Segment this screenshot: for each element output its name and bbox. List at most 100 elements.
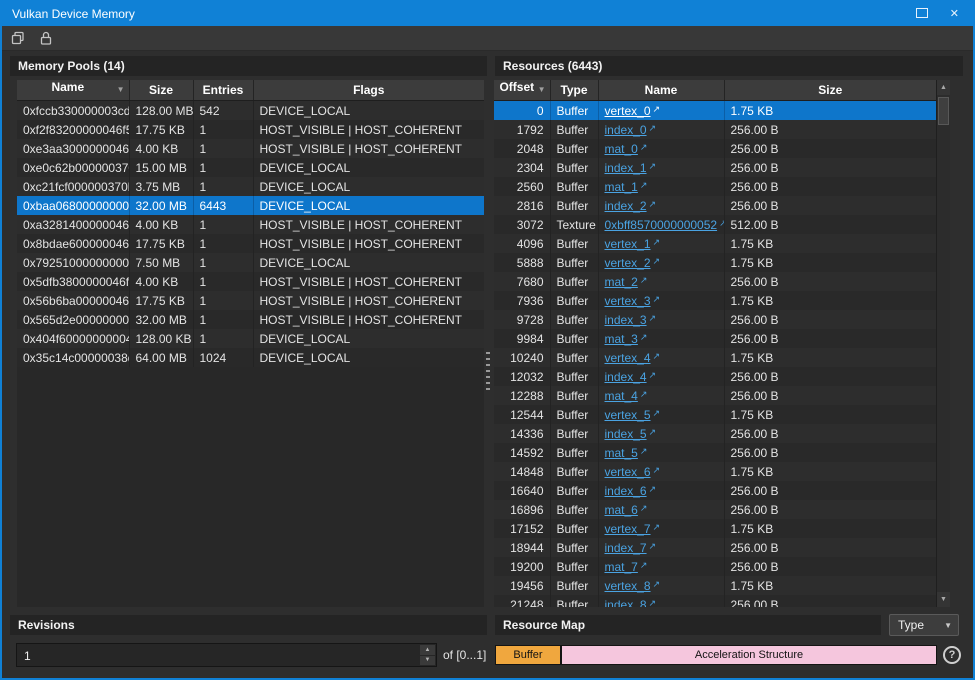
goto-resource-icon[interactable]: ↗ (649, 161, 657, 172)
goto-resource-icon[interactable]: ↗ (653, 522, 661, 533)
resource-row[interactable]: 7936Buffervertex_3↗1.75 KB (494, 291, 936, 310)
resource-link[interactable]: index_5↗ (605, 427, 657, 441)
resource-row[interactable]: 1792Bufferindex_0↗256.00 B (494, 120, 936, 139)
resource-link[interactable]: index_1↗ (605, 161, 657, 175)
resource-row[interactable]: 18944Bufferindex_7↗256.00 B (494, 538, 936, 557)
scroll-down-icon[interactable]: ▼ (937, 592, 950, 607)
column-header[interactable]: Name (598, 80, 724, 101)
help-icon[interactable]: ? (943, 646, 961, 664)
spin-up-icon[interactable]: ▲ (420, 645, 435, 655)
resource-row[interactable]: 12032Bufferindex_4↗256.00 B (494, 367, 936, 386)
resource-row[interactable]: 4096Buffervertex_1↗1.75 KB (494, 234, 936, 253)
resource-row[interactable]: 16640Bufferindex_6↗256.00 B (494, 481, 936, 500)
resources-scrollbar[interactable]: ▲ ▼ (936, 80, 950, 607)
resource-link[interactable]: mat_6↗ (605, 503, 648, 517)
goto-resource-icon[interactable]: ↗ (640, 142, 648, 153)
resource-link[interactable]: vertex_8↗ (605, 579, 661, 593)
resource-row[interactable]: 9984Buffermat_3↗256.00 B (494, 329, 936, 348)
memory-pool-row[interactable]: 0x565d2e000000004b32.00 MB1HOST_VISIBLE … (17, 310, 484, 329)
resource-row[interactable]: 21248Bufferindex_8↗256.00 B (494, 595, 936, 607)
resource-row[interactable]: 17152Buffervertex_7↗1.75 KB (494, 519, 936, 538)
column-header[interactable]: Offset▼ (494, 80, 550, 101)
resource-row[interactable]: 19456Buffervertex_8↗1.75 KB (494, 576, 936, 595)
goto-resource-icon[interactable]: ↗ (640, 275, 648, 286)
resource-link[interactable]: mat_4↗ (605, 389, 648, 403)
goto-resource-icon[interactable]: ↗ (653, 256, 661, 267)
resource-link[interactable]: vertex_1↗ (605, 237, 661, 251)
resource-row[interactable]: 16896Buffermat_6↗256.00 B (494, 500, 936, 519)
resource-link[interactable]: index_8↗ (605, 598, 657, 608)
memory-pool-row[interactable]: 0x404f600000000045128.00 KB1DEVICE_LOCAL (17, 329, 484, 348)
resource-row[interactable]: 19200Buffermat_7↗256.00 B (494, 557, 936, 576)
goto-resource-icon[interactable]: ↗ (640, 560, 648, 571)
revision-value[interactable]: 1 (24, 649, 31, 663)
column-header[interactable]: Type (550, 80, 598, 101)
resource-link[interactable]: mat_7↗ (605, 560, 648, 574)
goto-resource-icon[interactable]: ↗ (649, 123, 657, 134)
scroll-up-icon[interactable]: ▲ (937, 80, 950, 95)
resource-row[interactable]: 0Buffervertex_0↗1.75 KB (494, 101, 936, 121)
resource-link[interactable]: mat_3↗ (605, 332, 648, 346)
goto-resource-icon[interactable]: ↗ (649, 427, 657, 438)
scrollbar-thumb[interactable] (938, 97, 949, 125)
resource-link[interactable]: mat_5↗ (605, 446, 648, 460)
resource-row[interactable]: 2048Buffermat_0↗256.00 B (494, 139, 936, 158)
lock-button[interactable] (35, 28, 57, 49)
map-type-dropdown[interactable]: Type ▼ (889, 614, 959, 636)
resource-map-bar[interactable]: BufferAcceleration Structure (495, 645, 937, 665)
goto-resource-icon[interactable]: ↗ (640, 503, 648, 514)
goto-resource-icon[interactable]: ↗ (640, 180, 648, 191)
memory-pool-row[interactable]: 0xe0c62b000000370715.00 MB1DEVICE_LOCAL (17, 158, 484, 177)
column-header[interactable]: Flags (253, 80, 484, 101)
goto-resource-icon[interactable]: ↗ (653, 237, 661, 248)
goto-resource-icon[interactable]: ↗ (653, 579, 661, 590)
resource-link[interactable]: index_4↗ (605, 370, 657, 384)
resource-link[interactable]: index_3↗ (605, 313, 657, 327)
resource-link[interactable]: mat_0↗ (605, 142, 648, 156)
goto-resource-icon[interactable]: ↗ (649, 541, 657, 552)
goto-resource-icon[interactable]: ↗ (640, 389, 648, 400)
memory-pool-row[interactable]: 0xc21fcf000000370b3.75 MB1DEVICE_LOCAL (17, 177, 484, 196)
goto-resource-icon[interactable]: ↗ (653, 408, 661, 419)
copy-button[interactable] (7, 28, 29, 49)
goto-resource-icon[interactable]: ↗ (719, 218, 724, 229)
goto-resource-icon[interactable]: ↗ (649, 484, 657, 495)
goto-resource-icon[interactable]: ↗ (649, 313, 657, 324)
resource-row[interactable]: 2304Bufferindex_1↗256.00 B (494, 158, 936, 177)
spin-down-icon[interactable]: ▼ (420, 656, 435, 666)
resource-row[interactable]: 9728Bufferindex_3↗256.00 B (494, 310, 936, 329)
resource-link[interactable]: vertex_5↗ (605, 408, 661, 422)
memory-pool-row[interactable]: 0x8bdae600000046f917.75 KB1HOST_VISIBLE … (17, 234, 484, 253)
close-button[interactable]: ✕ (950, 9, 959, 20)
resource-link[interactable]: mat_1↗ (605, 180, 648, 194)
resource-link[interactable]: index_0↗ (605, 123, 657, 137)
resource-row[interactable]: 14592Buffermat_5↗256.00 B (494, 443, 936, 462)
memory-pool-row[interactable]: 0xf2f83200000046f517.75 KB1HOST_VISIBLE … (17, 120, 484, 139)
goto-resource-icon[interactable]: ↗ (653, 351, 661, 362)
resource-link[interactable]: vertex_7↗ (605, 522, 661, 536)
column-header[interactable]: Size (724, 80, 936, 101)
panel-splitter-handle[interactable] (486, 352, 490, 392)
resource-row[interactable]: 14848Buffervertex_6↗1.75 KB (494, 462, 936, 481)
memory-pool-row[interactable]: 0xbaa068000000004d32.00 MB6443DEVICE_LOC… (17, 196, 484, 215)
memory-pool-row[interactable]: 0x79251000000000357.50 MB1DEVICE_LOCAL (17, 253, 484, 272)
column-header[interactable]: Size (129, 80, 193, 101)
goto-resource-icon[interactable]: ↗ (653, 294, 661, 305)
resource-link[interactable]: index_2↗ (605, 199, 657, 213)
goto-resource-icon[interactable]: ↗ (649, 598, 657, 608)
resource-link[interactable]: vertex_6↗ (605, 465, 661, 479)
resource-row[interactable]: 7680Buffermat_2↗256.00 B (494, 272, 936, 291)
resource-row[interactable]: 10240Buffervertex_4↗1.75 KB (494, 348, 936, 367)
resource-link[interactable]: index_6↗ (605, 484, 657, 498)
resource-link[interactable]: 0xbff8570000000052↗ (605, 218, 725, 232)
revision-spinbox[interactable]: 1 ▲ ▼ (16, 643, 437, 667)
memory-pool-row[interactable]: 0xa3281400000046fb4.00 KB1HOST_VISIBLE |… (17, 215, 484, 234)
goto-resource-icon[interactable]: ↗ (649, 199, 657, 210)
goto-resource-icon[interactable]: ↗ (653, 465, 661, 476)
resource-row[interactable]: 2816Bufferindex_2↗256.00 B (494, 196, 936, 215)
map-segment[interactable]: Buffer (495, 645, 561, 665)
resource-row[interactable]: 5888Buffervertex_2↗1.75 KB (494, 253, 936, 272)
resource-link[interactable]: vertex_4↗ (605, 351, 661, 365)
resource-row[interactable]: 3072Texture0xbff8570000000052↗512.00 B (494, 215, 936, 234)
goto-resource-icon[interactable]: ↗ (640, 446, 648, 457)
